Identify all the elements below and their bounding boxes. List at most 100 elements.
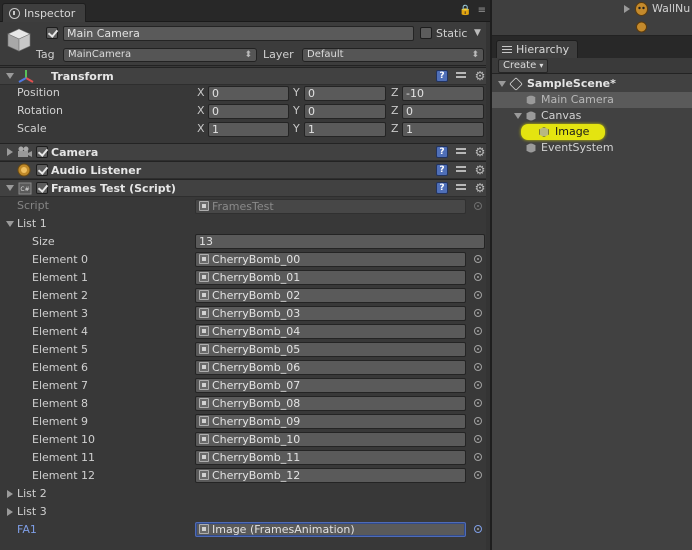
element-field[interactable]: CherryBomb_11	[195, 450, 466, 465]
list3-foldout-icon[interactable]	[7, 508, 13, 516]
list1-foldout-icon[interactable]	[6, 221, 14, 227]
audio-listener-header[interactable]: Audio Listener ? ⚙	[0, 161, 490, 179]
camera-header[interactable]: Camera ? ⚙	[0, 143, 490, 161]
hierarchy-scene-row[interactable]: SampleScene*	[492, 76, 692, 92]
object-picker-icon[interactable]	[474, 417, 482, 425]
element-field[interactable]: CherryBomb_04	[195, 324, 466, 339]
element-field[interactable]: CherryBomb_00	[195, 252, 466, 267]
gear-icon[interactable]: ⚙	[474, 182, 486, 194]
transform-y-input[interactable]: 1	[304, 122, 386, 137]
object-name-input[interactable]: Main Camera	[63, 26, 414, 41]
element-label: Element 1	[32, 271, 89, 284]
list1-label[interactable]: List 1	[17, 217, 47, 231]
frames-test-header[interactable]: C# Frames Test (Script) ? ⚙	[0, 179, 490, 197]
static-dropdown-arrow-icon[interactable]: ▼	[474, 26, 481, 40]
element-field[interactable]: CherryBomb_12	[195, 468, 466, 483]
fa1-object-picker-icon[interactable]	[474, 525, 482, 533]
foldout-arrow-icon[interactable]	[7, 148, 13, 156]
object-picker-icon[interactable]	[474, 453, 482, 461]
tag-dropdown[interactable]: MainCamera ⬍	[63, 48, 257, 62]
static-checkbox[interactable]	[420, 27, 432, 39]
preset-icon[interactable]	[455, 182, 467, 194]
gear-icon[interactable]: ⚙	[474, 164, 486, 176]
axis-z-label[interactable]: Z	[391, 86, 399, 100]
preset-icon[interactable]	[455, 70, 467, 82]
object-picker-icon[interactable]	[474, 327, 482, 335]
axis-x-label[interactable]: X	[197, 86, 205, 100]
list2-foldout-icon[interactable]	[7, 490, 13, 498]
foldout-arrow-icon[interactable]	[6, 73, 14, 79]
project-item-label[interactable]: WallNu	[652, 2, 690, 16]
list3-label[interactable]: List 3	[17, 505, 47, 519]
active-checkbox[interactable]	[46, 27, 58, 39]
help-icon[interactable]: ?	[436, 164, 448, 176]
object-picker-icon[interactable]	[474, 399, 482, 407]
object-picker-icon[interactable]	[474, 291, 482, 299]
foldout-arrow-icon[interactable]	[514, 113, 522, 119]
axis-z-label[interactable]: Z	[391, 122, 399, 136]
menu-icon[interactable]: ≡	[478, 5, 486, 16]
transform-x-input[interactable]: 0	[208, 104, 289, 119]
object-picker-icon[interactable]	[474, 255, 482, 263]
element-field-value: CherryBomb_10	[212, 433, 301, 446]
object-picker-icon[interactable]	[474, 309, 482, 317]
element-field[interactable]: CherryBomb_02	[195, 288, 466, 303]
axis-y-label[interactable]: Y	[293, 86, 300, 100]
transform-z-input[interactable]: 0	[402, 104, 484, 119]
lock-icon[interactable]: 🔒	[459, 5, 471, 16]
element-field[interactable]: CherryBomb_10	[195, 432, 466, 447]
hierarchy-item-eventsystem[interactable]: EventSystem	[492, 140, 692, 156]
size-input[interactable]: 13	[195, 234, 485, 249]
object-picker-icon[interactable]	[474, 363, 482, 371]
object-picker-icon[interactable]	[474, 435, 482, 443]
foldout-arrow-icon[interactable]	[498, 81, 506, 87]
object-picker-icon[interactable]	[474, 273, 482, 281]
axis-x-label[interactable]: X	[197, 122, 205, 136]
transform-x-input[interactable]: 0	[208, 86, 289, 101]
foldout-arrow-icon[interactable]	[6, 185, 14, 191]
element-field[interactable]: CherryBomb_01	[195, 270, 466, 285]
object-picker-icon[interactable]	[474, 381, 482, 389]
hierarchy-item-canvas[interactable]: Canvas	[492, 108, 692, 124]
transform-z-input[interactable]: -10	[402, 86, 484, 101]
transform-x-input[interactable]: 1	[208, 122, 289, 137]
element-field[interactable]: CherryBomb_03	[195, 306, 466, 321]
gear-icon[interactable]: ⚙	[474, 70, 486, 82]
object-picker-icon[interactable]	[474, 345, 482, 353]
transform-y-input[interactable]: 0	[304, 86, 386, 101]
element-field[interactable]: CherryBomb_07	[195, 378, 466, 393]
help-icon[interactable]: ?	[436, 182, 448, 194]
axis-z-label[interactable]: Z	[391, 104, 399, 118]
element-field[interactable]: CherryBomb_05	[195, 342, 466, 357]
axis-y-label[interactable]: Y	[293, 104, 300, 118]
foldout-arrow-icon[interactable]	[624, 5, 630, 13]
tab-hierarchy-label: Hierarchy	[516, 42, 570, 56]
list2-label[interactable]: List 2	[17, 487, 47, 501]
create-button[interactable]: Create ▾	[498, 59, 549, 73]
axis-y-label[interactable]: Y	[293, 122, 300, 136]
transform-header[interactable]: Transform ? ⚙	[0, 67, 490, 85]
gear-icon[interactable]: ⚙	[474, 146, 486, 158]
element-field[interactable]: CherryBomb_09	[195, 414, 466, 429]
transform-y-input[interactable]: 0	[304, 104, 386, 119]
sprite-ref-icon	[199, 452, 209, 462]
hierarchy-item-image[interactable]: Image	[492, 124, 692, 140]
fa1-field[interactable]: Image (FramesAnimation)	[195, 522, 466, 537]
preset-icon[interactable]	[455, 146, 467, 158]
axis-x-label[interactable]: X	[197, 104, 205, 118]
audio-enabled-checkbox[interactable]	[36, 164, 48, 176]
tab-inspector[interactable]: Inspector	[2, 3, 87, 22]
script-field-value: FramesTest	[212, 200, 274, 213]
object-picker-icon[interactable]	[474, 471, 482, 479]
preset-icon[interactable]	[455, 164, 467, 176]
frames-test-enabled-checkbox[interactable]	[36, 182, 48, 194]
element-field[interactable]: CherryBomb_06	[195, 360, 466, 375]
transform-z-input[interactable]: 1	[402, 122, 484, 137]
element-field[interactable]: CherryBomb_08	[195, 396, 466, 411]
tab-hierarchy[interactable]: Hierarchy	[496, 40, 579, 58]
hierarchy-item-main-camera[interactable]: Main Camera	[492, 92, 692, 108]
help-icon[interactable]: ?	[436, 146, 448, 158]
layer-dropdown[interactable]: Default ⬍	[302, 48, 484, 62]
camera-enabled-checkbox[interactable]	[36, 146, 48, 158]
help-icon[interactable]: ?	[436, 70, 448, 82]
